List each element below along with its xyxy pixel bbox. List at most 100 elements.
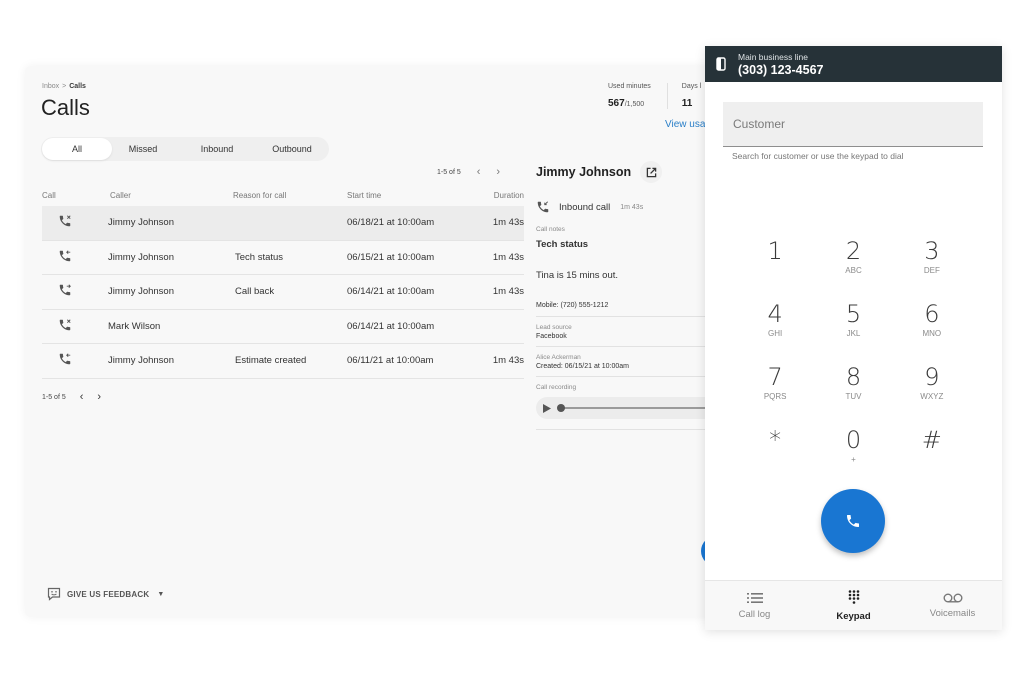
play-icon[interactable] — [543, 403, 551, 413]
tab-all[interactable]: All — [42, 138, 112, 160]
phone-icon — [847, 515, 859, 527]
open-in-new-icon — [646, 167, 656, 177]
duration-cell: 1m 43s — [492, 217, 524, 229]
phone-bottom-nav: Call log Keypad Voicemails — [705, 580, 1002, 630]
customer-search-input[interactable] — [733, 117, 983, 131]
breadcrumb-separator: > — [62, 83, 67, 90]
key-letters: + — [851, 455, 856, 464]
table-row[interactable]: Mark Wilson 06/14/21 at 10:00am — [42, 310, 524, 344]
reason-cell: Call back — [235, 286, 275, 298]
nav-voicemails-label: Voicemails — [929, 607, 976, 619]
breadcrumb-calls: Calls — [69, 83, 86, 90]
recording-section: Call recording — [536, 377, 716, 419]
key-letters: ABC — [845, 266, 862, 275]
pagination-bottom: 1-5 of 5 ‹ › — [42, 391, 101, 403]
call-detail-pane: Jimmy Johnson Inbound call 1m 43s Call n… — [536, 161, 716, 430]
nav-call-log[interactable]: Call log — [705, 581, 804, 630]
nav-keypad[interactable]: Keypad — [804, 581, 903, 630]
next-page-button[interactable]: › — [97, 391, 101, 403]
keypad-key[interactable]: 0 + — [814, 427, 892, 467]
call-type-cell — [42, 352, 108, 369]
feedback-label: GIVE US FEEDBACK — [67, 589, 150, 599]
feedback-button[interactable]: GIVE US FEEDBACK ▼ — [47, 587, 164, 601]
calls-page: Inbox > Calls Calls Used minutes 567/1,500… — [25, 66, 725, 617]
nav-call-log-label: Call log — [738, 608, 771, 620]
caller-cell: Jimmy Johnson — [108, 286, 174, 298]
keypad-key[interactable]: 8 TUV — [814, 364, 892, 404]
calls-table: Call Caller Reason for call Start time D… — [42, 184, 524, 379]
list-icon — [746, 592, 763, 603]
days-left-value: 11 — [681, 98, 693, 109]
next-page-button[interactable]: › — [496, 166, 500, 178]
duration-cell: 1m 43s — [492, 355, 524, 367]
created-section: Alice Ackerman Created: 06/15/21 at 10:0… — [536, 347, 716, 377]
detail-mobile: Mobile: (720) 555-1212 — [536, 302, 716, 317]
pagination-range: 1-5 of 5 — [437, 168, 461, 176]
prev-page-button[interactable]: ‹ — [80, 391, 84, 403]
inbound-call-icon — [59, 250, 71, 261]
tab-outbound[interactable]: Outbound — [260, 138, 324, 160]
keypad-key[interactable]: 2 ABC — [814, 238, 892, 278]
column-call[interactable]: Call — [42, 191, 108, 200]
breadcrumb-inbox[interactable]: Inbox — [42, 83, 59, 90]
tab-inbound[interactable]: Inbound — [174, 138, 260, 160]
key-letters: JKL — [846, 329, 861, 338]
key-digit: 5 — [845, 300, 862, 328]
key-digit: 2 — [845, 237, 862, 265]
keypad-key[interactable]: 3 DEF — [893, 238, 971, 278]
caret-down-icon: ▼ — [157, 590, 165, 598]
column-start-time[interactable]: Start time — [347, 191, 477, 200]
caller-cell: Jimmy Johnson — [108, 251, 174, 263]
audio-progress-thumb[interactable] — [557, 404, 565, 412]
keypad-key[interactable]: # — [893, 427, 971, 467]
caller-cell: Jimmy Johnson — [108, 217, 174, 229]
pagination-range: 1-5 of 5 — [42, 393, 66, 401]
table-body: Jimmy Johnson 06/18/21 at 10:00am 1m 43s… — [42, 206, 524, 379]
table-row[interactable]: Jimmy Johnson Tech status 06/15/21 at 10… — [42, 241, 524, 275]
open-external-button[interactable] — [640, 161, 663, 183]
audio-player — [536, 397, 716, 419]
key-letters: WXYZ — [920, 392, 944, 401]
prev-page-button[interactable]: ‹ — [477, 166, 481, 178]
column-caller[interactable]: Caller — [108, 191, 233, 200]
duration-cell: 1m 43s — [492, 251, 524, 263]
created-by: Alice Ackerman — [536, 354, 581, 361]
missed-call-icon — [59, 319, 71, 330]
call-button[interactable] — [821, 489, 885, 553]
detail-call-type: Inbound call 1m 43s — [536, 200, 716, 214]
table-row[interactable]: Jimmy Johnson Call back 06/14/21 at 10:0… — [42, 275, 524, 310]
line-number: (303) 123-4567 — [738, 62, 824, 77]
keypad-key[interactable]: 6 MNO — [893, 301, 971, 341]
column-duration[interactable]: Duration — [477, 191, 524, 200]
dial-keypad: 1 2 ABC 3 DEF 4 GHI 5 JKL 6 MNO 7 PQRS 8 TUV 9 … — [736, 238, 971, 467]
table-header: Call Caller Reason for call Start time D… — [42, 184, 524, 206]
created-at: Created: 06/15/21 at 10:00am — [536, 363, 630, 370]
column-reason[interactable]: Reason for call — [233, 191, 347, 200]
outbound-call-icon — [59, 284, 71, 296]
lead-source-section: Lead source Facebook — [536, 317, 716, 347]
nav-keypad-label: Keypad — [836, 610, 871, 622]
keypad-key[interactable]: 5 JKL — [814, 301, 892, 341]
days-left-label: Days l — [681, 83, 702, 90]
keypad-key[interactable]: * — [736, 427, 814, 467]
keypad-key[interactable]: 4 GHI — [736, 301, 814, 341]
detail-call-duration: 1m 43s — [620, 203, 644, 211]
start-time-cell: 06/14/21 at 10:00am — [347, 286, 435, 298]
keypad-key[interactable]: 1 — [736, 238, 814, 278]
start-time-cell: 06/11/21 at 10:00am — [347, 355, 434, 367]
key-digit: 0 — [845, 426, 862, 454]
table-row[interactable]: Jimmy Johnson Estimate created 06/11/21 … — [42, 344, 524, 379]
keypad-key[interactable]: 9 WXYZ — [893, 364, 971, 404]
audio-progress-track[interactable] — [557, 404, 716, 412]
nav-voicemails[interactable]: Voicemails — [903, 581, 1002, 630]
page-title: Calls — [41, 95, 90, 120]
start-time-cell: 06/15/21 at 10:00am — [347, 251, 435, 263]
business-line-icon — [716, 57, 726, 71]
keypad-key[interactable]: 7 PQRS — [736, 364, 814, 404]
view-usage-link[interactable]: View usa — [665, 119, 705, 130]
key-digit: 9 — [924, 363, 940, 391]
start-time-cell: 06/14/21 at 10:00am — [347, 320, 435, 332]
tab-missed[interactable]: Missed — [112, 138, 174, 160]
table-row[interactable]: Jimmy Johnson 06/18/21 at 10:00am 1m 43s — [42, 206, 524, 241]
reason-cell: Tech status — [235, 251, 284, 263]
